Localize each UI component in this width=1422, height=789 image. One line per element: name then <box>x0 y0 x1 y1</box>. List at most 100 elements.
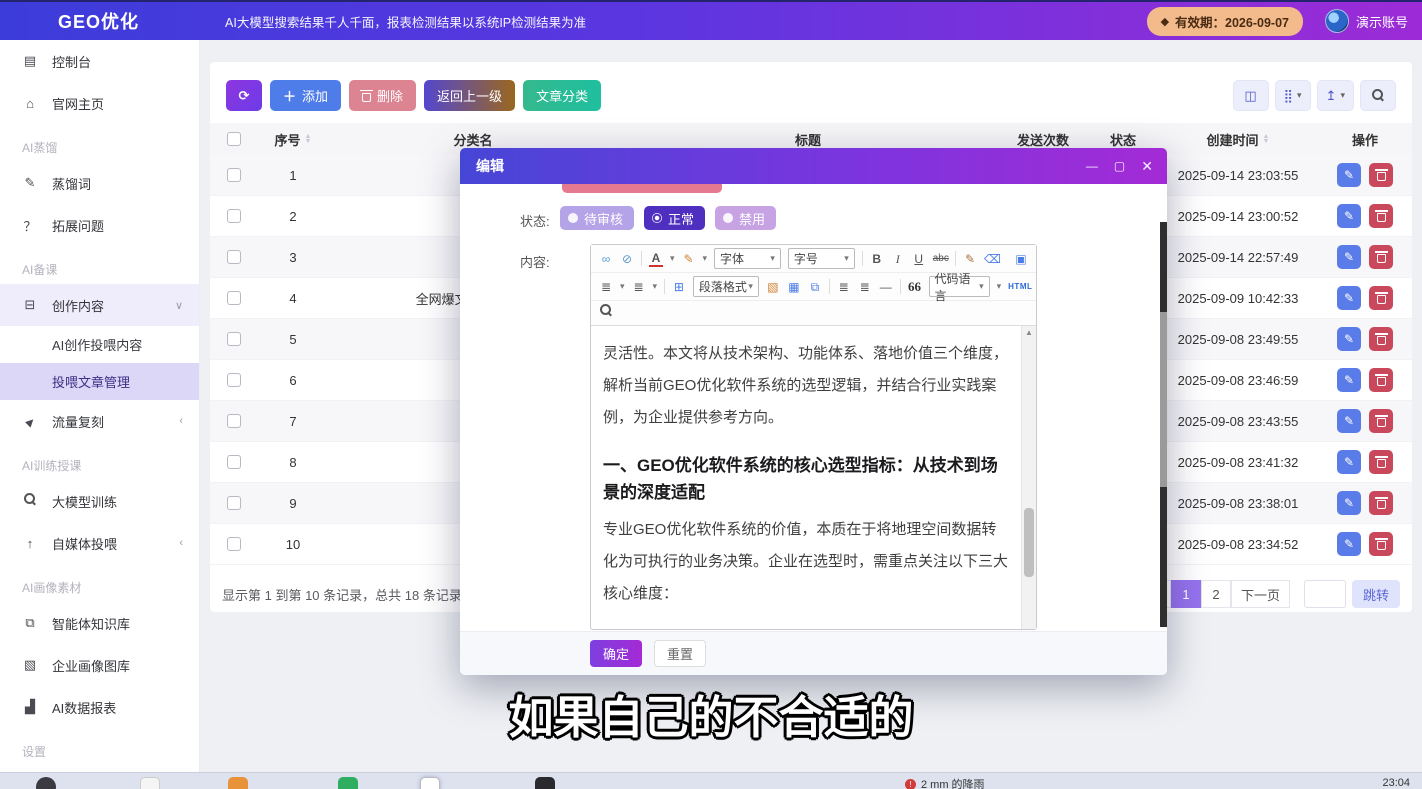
maximize-icon[interactable]: ▢ <box>1114 159 1125 173</box>
indent-icon[interactable]: ≣ <box>858 278 872 296</box>
sidebar-item-蒸馏词[interactable]: ✎蒸馏词 <box>0 162 199 204</box>
edit-button[interactable]: ✎ <box>1337 327 1361 351</box>
editor-content-area[interactable]: ▲ 灵活性。本文将从技术架构、功能体系、落地价值三个维度，解析当前GEO优化软件… <box>591 326 1036 629</box>
unlink-icon[interactable]: ⊘ <box>620 250 634 268</box>
underline-icon[interactable]: U <box>912 250 926 268</box>
jump-button[interactable]: 跳转 <box>1352 580 1400 608</box>
caret-down-icon[interactable]: ▾ <box>620 281 625 292</box>
reset-button[interactable]: 重置 <box>654 640 706 667</box>
hr-icon[interactable]: — <box>879 278 893 296</box>
status-option-正常[interactable]: 正常 <box>644 206 705 230</box>
taskbar-clock[interactable]: 23:04 <box>1382 777 1410 789</box>
avatar[interactable] <box>1325 9 1349 33</box>
status-option-待审核[interactable]: 待审核 <box>560 206 634 230</box>
highlight-pen-icon[interactable]: ✎ <box>681 250 695 268</box>
sort-icon[interactable]: ▲▼ <box>305 134 312 144</box>
strikethrough-icon[interactable]: abc <box>933 250 948 268</box>
row-checkbox[interactable] <box>227 332 241 346</box>
ordered-list-icon[interactable]: ≣ <box>599 278 613 296</box>
sidebar-subitem-AI创作投喂内容[interactable]: AI创作投喂内容 <box>0 326 199 363</box>
caret-down-icon[interactable]: ▾ <box>702 253 707 264</box>
sidebar-item-智能体知识库[interactable]: ⧉智能体知识库 <box>0 602 199 644</box>
edit-button[interactable]: ✎ <box>1337 409 1361 433</box>
image-icon[interactable]: ▧ <box>766 278 780 296</box>
code-select[interactable]: 代码语言▾ <box>929 276 990 297</box>
add-button[interactable]: ＋添加 <box>270 80 341 111</box>
sidebar-item-创作内容[interactable]: ⊟创作内容∨ <box>0 284 199 326</box>
row-checkbox[interactable] <box>227 455 241 469</box>
sidebar-item-官网主页[interactable]: ⌂官网主页 <box>0 82 199 124</box>
sidebar-item-流量复刻[interactable]: ►流量复刻‹ <box>0 400 199 442</box>
editor-scrollbar[interactable]: ▲ <box>1021 326 1036 629</box>
delete-button[interactable] <box>1369 368 1393 392</box>
edit-button[interactable]: ✎ <box>1337 491 1361 515</box>
scroll-up-arrow-icon[interactable]: ▲ <box>1022 326 1036 340</box>
media-icon[interactable]: ▦ <box>787 278 801 296</box>
row-checkbox[interactable] <box>227 209 241 223</box>
zoom-icon[interactable] <box>599 304 613 322</box>
page-button-2[interactable]: 2 <box>1201 580 1231 608</box>
row-checkbox[interactable] <box>227 373 241 387</box>
font-select[interactable]: 字体▾ <box>714 248 781 269</box>
sidebar-item-大模型训练[interactable]: 大模型训练 <box>0 480 199 522</box>
sidebar-item-拓展问题[interactable]: ？拓展问题 <box>0 204 199 246</box>
taskbar-app-icon-active[interactable] <box>420 777 440 789</box>
delete-button[interactable] <box>1369 163 1393 187</box>
delete-button[interactable] <box>1369 409 1393 433</box>
taskbar-weather[interactable]: ! 2 mm 的降雨 <box>905 776 985 789</box>
taskbar-app-icon[interactable] <box>140 777 160 789</box>
edit-button[interactable]: ✎ <box>1337 368 1361 392</box>
row-checkbox[interactable] <box>227 168 241 182</box>
outdent-icon[interactable]: ≣ <box>837 278 851 296</box>
taskbar-app-icon[interactable] <box>228 777 248 789</box>
modal-scrollbar[interactable] <box>1160 222 1167 627</box>
status-option-禁用[interactable]: 禁用 <box>715 206 776 230</box>
bold-icon[interactable]: B <box>870 250 884 268</box>
blockquote-icon[interactable]: 66 <box>908 278 922 296</box>
caret-down-icon[interactable]: ▾ <box>997 281 1002 292</box>
next-page-button[interactable]: 下一页 <box>1231 580 1290 608</box>
size-select[interactable]: 字号▾ <box>788 248 855 269</box>
para-select[interactable]: 段落格式▾ <box>693 276 759 297</box>
sort-icon[interactable]: ▲▼ <box>1263 134 1270 144</box>
delete-button[interactable] <box>1369 327 1393 351</box>
caret-down-icon[interactable]: ▾ <box>670 253 675 264</box>
row-checkbox[interactable] <box>227 250 241 264</box>
row-checkbox[interactable] <box>227 414 241 428</box>
page-button-1[interactable]: 1 <box>1171 580 1201 608</box>
taskbar-app-icon[interactable] <box>338 777 358 789</box>
attachment-icon[interactable]: ⧉ <box>808 278 822 296</box>
delete-button[interactable] <box>1369 245 1393 269</box>
taskbar-app-icon[interactable] <box>535 777 555 789</box>
account-area[interactable]: 演示账号 <box>1325 9 1408 33</box>
refresh-button[interactable]: ⟳ <box>226 80 262 111</box>
delete-button[interactable] <box>1369 204 1393 228</box>
card-view-button[interactable]: ◫ <box>1233 80 1269 111</box>
row-checkbox[interactable] <box>227 291 241 305</box>
delete-button[interactable] <box>1369 532 1393 556</box>
delete-button[interactable] <box>1369 491 1393 515</box>
modal-titlebar[interactable]: 编辑 — ▢ ✕ <box>460 148 1167 184</box>
export-button[interactable]: ↥▾ <box>1317 80 1354 111</box>
fullscreen-icon[interactable]: ▣ <box>1014 250 1028 268</box>
row-checkbox[interactable] <box>227 496 241 510</box>
confirm-button[interactable]: 确定 <box>590 640 642 667</box>
minimize-icon[interactable]: — <box>1086 159 1098 173</box>
sidebar-item-AI数据报表[interactable]: ▟AI数据报表 <box>0 686 199 728</box>
unordered-list-icon[interactable]: ≣ <box>632 278 646 296</box>
page-jump-input[interactable] <box>1304 580 1346 608</box>
link-icon[interactable]: ∞ <box>599 250 613 268</box>
format-brush-icon[interactable]: ✎ <box>963 250 977 268</box>
close-icon[interactable]: ✕ <box>1141 158 1153 175</box>
edit-button[interactable]: ✎ <box>1337 245 1361 269</box>
italic-icon[interactable]: I <box>891 250 905 268</box>
sidebar-item-控制台[interactable]: ▤控制台 <box>0 40 199 82</box>
row-checkbox[interactable] <box>227 537 241 551</box>
edit-button[interactable]: ✎ <box>1337 204 1361 228</box>
select-all-checkbox[interactable] <box>227 132 241 146</box>
eraser-icon[interactable]: ⌫ <box>984 250 1000 268</box>
column-grid-button[interactable]: ⣿▾ <box>1275 80 1311 111</box>
editor-scrollbar-thumb[interactable] <box>1024 508 1034 578</box>
edit-button[interactable]: ✎ <box>1337 450 1361 474</box>
taskbar-app-icon[interactable] <box>36 777 56 789</box>
